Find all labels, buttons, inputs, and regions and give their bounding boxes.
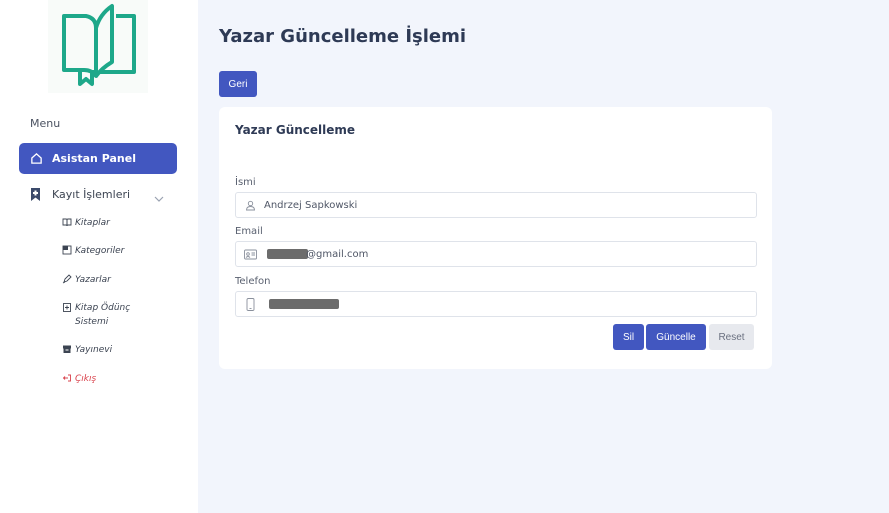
sidebar-item-kitap-odunc-label: Kitap Ödünç Sistemi xyxy=(75,303,131,327)
author-update-card: Yazar Güncelleme İsmi Andrzej Sapkowski … xyxy=(219,107,772,369)
open-book-logo-icon xyxy=(62,4,136,86)
sidebar-item-yayinevi-label: Yayınevi xyxy=(75,345,113,355)
id-card-icon xyxy=(243,247,257,261)
delete-button[interactable]: Sil xyxy=(613,324,644,350)
app-logo[interactable] xyxy=(48,0,148,93)
sidebar-item-cikis[interactable]: Çıkış xyxy=(62,372,96,386)
phone-field[interactable] xyxy=(235,291,757,317)
name-value: Andrzej Sapkowski xyxy=(264,199,358,211)
chevron-down-icon xyxy=(154,188,164,207)
sidebar-item-kitaplar[interactable]: Kitaplar xyxy=(62,216,110,230)
sidebar-item-yayinevi[interactable]: Yayınevi xyxy=(62,343,112,357)
sidebar-item-kategoriler[interactable]: Kategoriler xyxy=(62,244,124,258)
name-label: İsmi xyxy=(235,177,256,188)
logout-icon xyxy=(62,373,72,383)
sidebar-item-cikis-label: Çıkış xyxy=(75,374,97,384)
phone-icon xyxy=(243,297,257,311)
main-content: Yazar Güncelleme İşlemi Geri Yazar Günce… xyxy=(198,0,889,513)
nav-kayit-islemleri-label: Kayıt İşlemleri xyxy=(52,187,131,201)
update-button[interactable]: Güncelle xyxy=(646,324,706,350)
sidebar-item-yazarlar-label: Yazarlar xyxy=(75,275,111,285)
sidebar-item-kitaplar-label: Kitaplar xyxy=(75,218,110,228)
redacted-phone xyxy=(269,299,339,309)
sidebar: Menu Asistan Panel Kayıt İşlemleri Kitap… xyxy=(0,0,198,513)
lend-icon xyxy=(62,302,72,312)
category-icon xyxy=(62,245,72,255)
sidebar-item-kitap-odunc[interactable]: Kitap Ödünç Sistemi xyxy=(62,301,152,329)
name-field[interactable]: Andrzej Sapkowski xyxy=(235,192,757,218)
back-button[interactable]: Geri xyxy=(219,71,257,97)
bookmark-icon xyxy=(30,187,42,201)
email-field[interactable]: @gmail.com xyxy=(235,241,757,267)
reset-button[interactable]: Reset xyxy=(709,324,754,350)
nav-asistan-panel[interactable]: Asistan Panel xyxy=(19,143,177,174)
nav-kayit-islemleri[interactable]: Kayıt İşlemleri xyxy=(30,186,170,202)
pen-icon xyxy=(62,274,72,284)
card-title: Yazar Güncelleme xyxy=(235,123,356,137)
page-title: Yazar Güncelleme İşlemi xyxy=(219,26,467,47)
menu-title: Menu xyxy=(30,117,61,130)
sidebar-item-kategoriler-label: Kategoriler xyxy=(75,246,125,256)
box-icon xyxy=(62,344,72,354)
nav-asistan-panel-label: Asistan Panel xyxy=(52,152,136,165)
email-label: Email xyxy=(235,226,263,237)
user-icon xyxy=(243,198,257,212)
email-value: @gmail.com xyxy=(306,248,369,260)
book-icon xyxy=(62,217,72,227)
phone-label: Telefon xyxy=(235,276,271,287)
home-icon xyxy=(30,152,44,166)
redacted-email-part xyxy=(267,249,308,259)
sidebar-item-yazarlar[interactable]: Yazarlar xyxy=(62,273,111,287)
